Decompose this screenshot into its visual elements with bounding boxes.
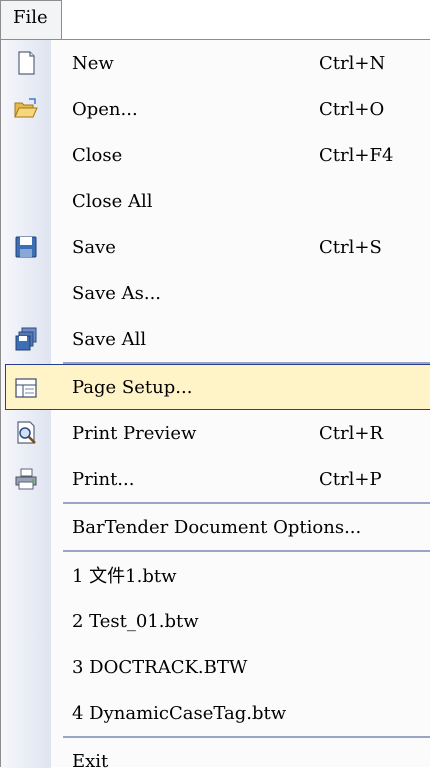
menu-item-label: Exit	[72, 750, 109, 772]
menu-item-label: Save All	[72, 328, 147, 350]
menu-item-label: Save	[72, 236, 116, 258]
menu-item-label: 3 DOCTRACK.BTW	[72, 656, 248, 678]
menu-item-print[interactable]: Print... Ctrl+P	[1, 456, 430, 502]
open-folder-icon	[14, 98, 38, 118]
menu-item-label: 2 Test_01.btw	[72, 610, 199, 632]
menu-item-label: Close	[72, 144, 123, 166]
menu-item-page-setup[interactable]: Page Setup...	[5, 364, 430, 410]
menu-bar: File	[0, 0, 430, 40]
menu-item-recent-file[interactable]: 3 DOCTRACK.BTW	[1, 644, 430, 690]
menu-item-label: 1 文件1.btw	[72, 566, 177, 587]
menu-item-exit[interactable]: Exit	[1, 738, 430, 784]
menu-item-shortcut: Ctrl+P	[319, 468, 382, 490]
menu-item-label: Print...	[72, 468, 135, 490]
menu-item-label: Print Preview	[72, 422, 197, 444]
menu-item-close-all[interactable]: Close All	[1, 178, 430, 224]
menu-item-save[interactable]: Save Ctrl+S	[1, 224, 430, 270]
menu-item-label: New	[72, 52, 114, 74]
menu-items: New Ctrl+N Open... Ctrl+O Close Ctrl+F4 …	[1, 40, 430, 784]
menu-item-label: BarTender Document Options...	[72, 516, 362, 538]
menu-item-print-preview[interactable]: Print Preview Ctrl+R	[1, 410, 430, 456]
menu-item-label: Save As...	[72, 282, 162, 304]
menu-item-shortcut: Ctrl+S	[319, 236, 382, 258]
menu-item-recent-file[interactable]: 1 文件1.btw	[1, 552, 430, 598]
save-all-icon	[15, 327, 37, 351]
menu-item-open[interactable]: Open... Ctrl+O	[1, 86, 430, 132]
menu-item-label: Close All	[72, 190, 153, 212]
menu-item-label: 4 DynamicCaseTag.btw	[72, 702, 287, 724]
menu-item-recent-file[interactable]: 4 DynamicCaseTag.btw	[1, 690, 430, 736]
floppy-disk-icon	[15, 236, 37, 258]
printer-icon	[15, 468, 37, 490]
menu-item-document-options[interactable]: BarTender Document Options...	[1, 504, 430, 550]
menu-item-label: Open...	[72, 98, 138, 120]
file-dropdown-menu: New Ctrl+N Open... Ctrl+O Close Ctrl+F4 …	[0, 39, 430, 772]
menu-item-new[interactable]: New Ctrl+N	[1, 40, 430, 86]
menu-item-shortcut: Ctrl+F4	[319, 144, 394, 166]
menu-item-shortcut: Ctrl+R	[319, 422, 384, 444]
menu-item-save-all[interactable]: Save All	[1, 316, 430, 362]
menu-item-label: Page Setup...	[72, 376, 193, 398]
new-document-icon	[18, 51, 35, 75]
menu-item-close[interactable]: Close Ctrl+F4	[1, 132, 430, 178]
file-menu-label: File	[13, 7, 48, 28]
file-menu-tab[interactable]: File	[0, 0, 62, 40]
page-setup-icon	[15, 378, 37, 398]
menu-item-shortcut: Ctrl+O	[319, 98, 385, 120]
menu-item-recent-file[interactable]: 2 Test_01.btw	[1, 598, 430, 644]
print-preview-icon	[17, 421, 36, 444]
menu-item-save-as[interactable]: Save As...	[1, 270, 430, 316]
menu-item-shortcut: Ctrl+N	[319, 52, 386, 74]
